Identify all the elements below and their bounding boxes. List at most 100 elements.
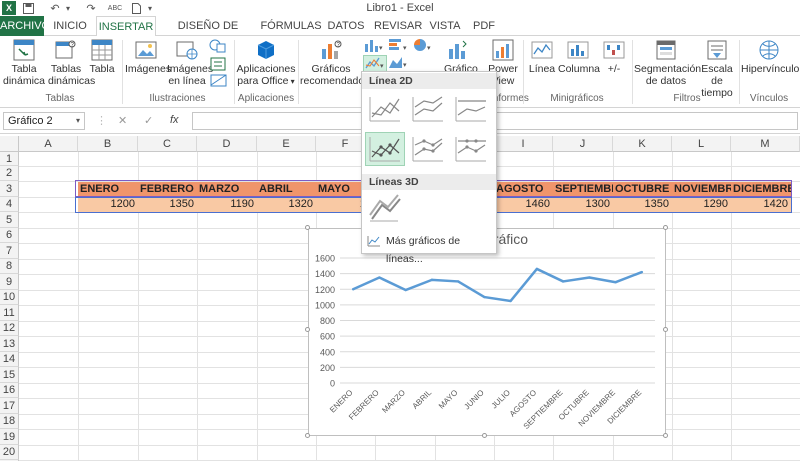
value-cell[interactable]: 1420: [731, 197, 791, 212]
recommended-pivot-button[interactable]: ? Tablas dinámicas: [48, 39, 95, 87]
pie-chart-button[interactable]: ▾: [412, 38, 434, 56]
table-button[interactable]: Tabla: [86, 39, 118, 75]
pivot-table-button[interactable]: Tabla dinámica: [2, 39, 46, 87]
value-cell[interactable]: 1460: [494, 197, 553, 212]
tab-inicio[interactable]: INICIO: [50, 16, 90, 36]
row-header[interactable]: 9: [0, 274, 19, 290]
tab-diseno-pagina[interactable]: DISEÑO DE PÁGINA: [160, 16, 256, 52]
column-header[interactable]: I: [494, 136, 553, 152]
tab-pdf[interactable]: PDF: [470, 16, 498, 36]
row-header[interactable]: 13: [0, 336, 19, 352]
row-header[interactable]: 7: [0, 243, 19, 259]
month-cell[interactable]: MARZO: [197, 182, 257, 197]
row-header[interactable]: 20: [0, 445, 19, 460]
sparkline-winloss-button[interactable]: +/-: [600, 39, 628, 75]
tab-datos[interactable]: DATOS: [326, 16, 366, 36]
enter-icon[interactable]: ✓: [144, 114, 153, 127]
resize-handle[interactable]: [305, 327, 310, 332]
row-header[interactable]: 14: [0, 352, 19, 367]
row-header[interactable]: 4: [0, 197, 19, 212]
column-header[interactable]: B: [78, 136, 138, 152]
bar-chart-button[interactable]: ▾: [388, 38, 410, 56]
month-cell[interactable]: FEBRERO: [138, 182, 197, 197]
tab-vista[interactable]: VISTA: [428, 16, 462, 36]
stacked-line-markers-option[interactable]: [408, 132, 448, 166]
row-header[interactable]: 3: [0, 181, 19, 197]
online-images-button[interactable]: Imágenes en línea: [167, 39, 213, 87]
recommended-charts-button[interactable]: ? Gráficos recomendados: [300, 39, 369, 87]
column-header[interactable]: M: [731, 136, 800, 152]
name-box[interactable]: Gráfico 2 ▾: [3, 112, 85, 130]
resize-handle[interactable]: [663, 327, 668, 332]
resize-handle[interactable]: [663, 433, 668, 438]
tab-archivo[interactable]: ARCHIVO: [0, 16, 50, 36]
month-cell[interactable]: OCTUBRE: [613, 182, 672, 197]
select-all-corner[interactable]: [0, 136, 19, 152]
row-header[interactable]: 1: [0, 152, 19, 166]
value-cell[interactable]: 1320: [257, 197, 316, 212]
value-cell[interactable]: 1300: [553, 197, 613, 212]
sparkline-line-button[interactable]: Línea: [526, 39, 558, 75]
cancel-icon[interactable]: ✕: [118, 114, 127, 127]
stacked-line-option[interactable]: [408, 92, 448, 126]
screenshot-button[interactable]: [208, 74, 230, 90]
hyperlink-button[interactable]: Hipervínculo: [741, 39, 799, 75]
slicer-button[interactable]: Segmentación de datos: [634, 39, 701, 87]
row-header[interactable]: 17: [0, 398, 19, 414]
row-header[interactable]: 18: [0, 414, 19, 429]
line-with-markers-option[interactable]: [365, 132, 405, 166]
resize-handle[interactable]: [482, 433, 487, 438]
tab-formulas[interactable]: FÓRMULAS: [260, 16, 322, 36]
resize-handle[interactable]: [305, 225, 310, 230]
row-header[interactable]: 10: [0, 290, 19, 305]
resize-handle[interactable]: [305, 433, 310, 438]
slicer-icon: [656, 40, 676, 60]
line-option[interactable]: [365, 92, 405, 126]
column-header[interactable]: A: [19, 136, 78, 152]
images-button[interactable]: Imágenes: [125, 39, 171, 75]
chart-button[interactable]: Gráfico: [444, 39, 478, 75]
month-cell[interactable]: ABRIL: [257, 182, 316, 197]
insert-function-icon[interactable]: fx: [170, 114, 179, 126]
apps-for-office-button[interactable]: Aplicaciones para Office ▾: [236, 39, 296, 88]
row-header[interactable]: 6: [0, 228, 19, 243]
chevron-down-icon[interactable]: ▾: [76, 113, 80, 129]
percent-stacked-line-markers-option[interactable]: [451, 132, 491, 166]
value-cell[interactable]: 1200: [78, 197, 138, 212]
value-cell[interactable]: 1190: [197, 197, 257, 212]
row-header[interactable]: 12: [0, 321, 19, 336]
column-chart-button[interactable]: ▾: [363, 38, 385, 56]
value-cell[interactable]: 1350: [613, 197, 672, 212]
month-cell[interactable]: SEPTIEMBRE: [553, 182, 613, 197]
sparkline-column-button[interactable]: Columna: [558, 39, 600, 75]
resize-handle[interactable]: [663, 225, 668, 230]
row-header[interactable]: 15: [0, 367, 19, 383]
column-header[interactable]: J: [553, 136, 613, 152]
line-3d-option[interactable]: [365, 192, 405, 226]
row-header[interactable]: 16: [0, 383, 19, 398]
month-cell[interactable]: DICIEMBRE: [731, 182, 791, 197]
column-header[interactable]: C: [138, 136, 197, 152]
month-cell[interactable]: ENERO: [78, 182, 138, 197]
row-header[interactable]: 8: [0, 259, 19, 274]
column-header[interactable]: E: [257, 136, 316, 152]
column-header[interactable]: L: [672, 136, 731, 152]
tab-revisar[interactable]: REVISAR: [374, 16, 422, 36]
smartart-button[interactable]: [208, 56, 230, 74]
timeline-button[interactable]: Escala de tiempo: [698, 39, 736, 99]
value-cell[interactable]: 1350: [138, 197, 197, 212]
value-cell[interactable]: 1290: [672, 197, 731, 212]
percent-stacked-line-option[interactable]: [451, 92, 491, 126]
column-header[interactable]: D: [197, 136, 257, 152]
row-header[interactable]: 19: [0, 429, 19, 445]
month-cell[interactable]: NOVIEMBRE: [672, 182, 731, 197]
row-header[interactable]: 11: [0, 305, 19, 321]
tab-insertar[interactable]: INSERTAR: [96, 16, 156, 37]
more-line-charts-item[interactable]: Más gráficos de líneas...: [365, 232, 493, 265]
month-cell[interactable]: AGOSTO: [494, 182, 553, 197]
line-chart[interactable]: 0 200 400 600 800 1000 1200 1400 1600 ENERO FEBRER…: [308, 228, 666, 436]
row-header[interactable]: 2: [0, 166, 19, 181]
row-header[interactable]: 5: [0, 212, 19, 228]
column-header[interactable]: K: [613, 136, 672, 152]
shapes-button[interactable]: [208, 38, 230, 56]
